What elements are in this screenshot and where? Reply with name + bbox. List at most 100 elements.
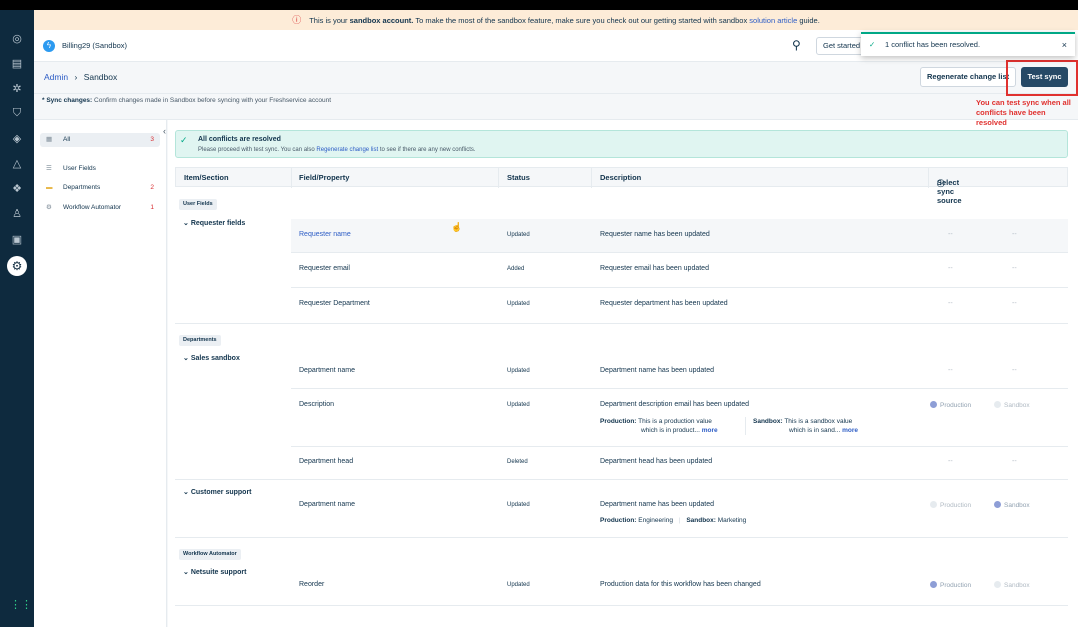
filter-label: User Fields <box>63 165 96 172</box>
changes-icon[interactable]: ◈ <box>10 132 24 146</box>
field-name[interactable]: Requester name <box>299 231 351 238</box>
note-label: * Sync changes: <box>42 97 93 104</box>
layers-icon[interactable]: ❖ <box>10 182 24 196</box>
filter-label: All <box>63 136 71 143</box>
radio-sandbox[interactable]: Sandbox <box>994 501 1030 509</box>
dashboard-icon[interactable]: ◎ <box>10 32 24 46</box>
group-toggle[interactable]: ⌄ Customer support <box>183 488 252 496</box>
all-resolved-alert: ✓ All conflicts are resolved Please proc… <box>175 130 1068 158</box>
sandbox-text: This is a sandbox value <box>784 418 853 425</box>
apps-grid-icon[interactable]: ⋮⋮ <box>10 598 32 612</box>
table-row[interactable]: Requester name Updated Requester name ha… <box>291 219 1068 252</box>
table-row[interactable]: Description Updated Department descripti… <box>291 389 1068 446</box>
collapse-panel-icon[interactable]: ‹ <box>163 126 166 136</box>
group-toggle[interactable]: ⌄ Requester fields <box>183 219 245 227</box>
status: Updated <box>507 301 530 307</box>
col-divider <box>291 168 292 188</box>
sandbox-banner: ⓘ This is your sandbox account. To make … <box>34 10 1078 30</box>
group-toggle[interactable]: ⌄ Sales sandbox <box>183 354 240 362</box>
filter-label: Departments <box>63 184 101 191</box>
status: Deleted <box>507 459 528 465</box>
production-label: Production: <box>600 418 637 425</box>
radio-production[interactable]: Production <box>930 401 971 409</box>
table-row[interactable]: Reorder Updated Production data for this… <box>291 568 1068 604</box>
radio-label: Sandbox <box>1004 502 1030 509</box>
group-label: Customer support <box>190 489 252 496</box>
regenerate-change-list-button[interactable]: Regenerate change list <box>920 67 1017 87</box>
table-row[interactable]: Department head Deleted Department head … <box>291 447 1068 479</box>
table-row[interactable]: Department name Updated Department name … <box>291 480 1068 537</box>
section-divider <box>175 323 1068 324</box>
sync-value: -- <box>948 231 953 238</box>
global-nav-rail: ◎ ▤ ✲ ⛉ ◈ △ ❖ ♙ ▣ ⚙ ⋮⋮ <box>0 10 34 627</box>
radio-sandbox[interactable]: Sandbox <box>994 581 1030 589</box>
table-row[interactable]: Requester email Added Requester email ha… <box>291 253 1068 287</box>
status: Updated <box>507 368 530 374</box>
solution-article-link[interactable]: solution article <box>749 16 797 25</box>
radio-label: Sandbox <box>1004 582 1030 589</box>
filter-all[interactable]: ▦ All 3 <box>40 133 160 147</box>
radio-sandbox[interactable]: Sandbox <box>994 401 1030 409</box>
alert-icon[interactable]: △ <box>10 157 24 171</box>
sandbox-label: Sandbox: <box>753 418 783 425</box>
alert-text-a: Please proceed with test sync. You can a… <box>198 147 315 153</box>
search-icon[interactable]: ⚲ <box>792 38 801 52</box>
get-started-button[interactable]: Get started <box>816 37 868 55</box>
chevron-down-icon: ⌄ <box>183 489 189 496</box>
note-text: Confirm changes made in Sandbox before s… <box>94 97 332 104</box>
description: Requester department has been updated <box>600 300 728 307</box>
user-icon[interactable]: ♙ <box>10 207 24 221</box>
more-link[interactable]: more <box>842 427 858 434</box>
banner-text-middle: To make the most of the sandbox feature,… <box>415 16 748 25</box>
production-text-2: which is in product... <box>641 427 700 434</box>
admin-gear-icon[interactable]: ⚙ <box>7 256 27 276</box>
banner-suffix: guide. <box>799 16 820 25</box>
radio-dot <box>994 401 1001 408</box>
check-circle-icon: ✓ <box>180 135 188 145</box>
bug-icon[interactable]: ✲ <box>10 82 24 96</box>
col-divider <box>591 168 592 188</box>
filter-workflow-automator[interactable]: ⚙ Workflow Automator 1 <box>40 201 160 215</box>
table-row[interactable]: Department name Updated Department name … <box>291 356 1068 388</box>
filter-departments[interactable]: ▬ Departments 2 <box>40 181 160 195</box>
table-row[interactable]: Requester Department Updated Requester d… <box>291 288 1068 322</box>
chevron-down-icon: ⌄ <box>183 220 189 227</box>
sync-value: -- <box>1012 300 1017 307</box>
section-tag: Workflow Automator <box>179 549 241 560</box>
description: Department description email has been up… <box>600 401 750 408</box>
sync-value: -- <box>948 458 953 465</box>
radio-production[interactable]: Production <box>930 581 971 589</box>
value-comparison: Production: Engineering | Sandbox: Marke… <box>600 516 746 525</box>
radio-production[interactable]: Production <box>930 501 971 509</box>
chevron-down-icon: ⌄ <box>183 355 189 362</box>
field-name: Reorder <box>299 581 325 588</box>
sync-value: -- <box>1012 367 1017 374</box>
production-text: Engineering <box>638 517 673 524</box>
section-tag: User Fields <box>179 199 217 210</box>
freshservice-logo-icon: ϟ <box>43 40 55 52</box>
group-toggle[interactable]: ⌄ Netsuite support <box>183 568 246 576</box>
filter-user-fields[interactable]: ☰ User Fields <box>40 162 160 176</box>
tickets-icon[interactable]: ▤ <box>10 57 24 71</box>
reports-icon[interactable]: ▣ <box>10 233 24 247</box>
info-icon[interactable]: ⓘ <box>937 178 945 189</box>
col-divider <box>498 168 499 188</box>
sync-value: -- <box>1012 458 1017 465</box>
col-description: Description <box>600 173 642 182</box>
shield-icon[interactable]: ⛉ <box>10 106 24 120</box>
breadcrumb-admin[interactable]: Admin <box>44 72 68 82</box>
col-item-section: Item/Section <box>184 173 229 182</box>
regenerate-change-list-link[interactable]: Regenerate change list <box>316 147 378 153</box>
breadcrumb-separator: › <box>74 72 78 82</box>
group-label: Requester fields <box>190 220 246 227</box>
conflicts-table-area: ✓ All conflicts are resolved Please proc… <box>168 120 1078 627</box>
close-icon[interactable]: × <box>1062 34 1067 56</box>
field-name: Department name <box>299 501 356 508</box>
warning-icon: ⓘ <box>292 15 302 25</box>
radio-dot <box>930 501 937 508</box>
more-link[interactable]: more <box>702 427 718 434</box>
banner-text: This is your <box>309 16 348 25</box>
radio-label: Production <box>940 582 972 589</box>
field-name: Requester Department <box>299 300 370 307</box>
sandbox-text-2: which is in sand... <box>789 427 841 434</box>
